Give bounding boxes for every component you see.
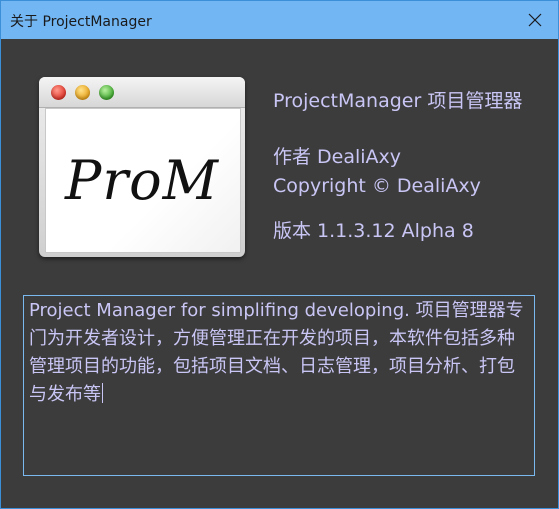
author-label: 作者 DealiAxy	[273, 146, 402, 168]
logo-window-bar	[39, 77, 245, 108]
description-text: Project Manager for simplifing developin…	[29, 300, 524, 405]
description-textarea[interactable]: Project Manager for simplifing developin…	[23, 295, 535, 476]
app-logo: ProM	[39, 77, 245, 257]
about-dialog: 关于 ProjectManager ProM ProjectManager 项目…	[0, 0, 559, 509]
green-dot-icon	[99, 85, 114, 100]
yellow-dot-icon	[75, 85, 90, 100]
product-name: ProjectManager 项目管理器	[273, 90, 523, 112]
red-dot-icon	[51, 85, 66, 100]
window-title: 关于 ProjectManager	[10, 14, 152, 30]
copyright-label: Copyright © DealiAxy	[273, 175, 481, 197]
version-label: 版本 1.1.3.12 Alpha 8	[273, 220, 474, 242]
logo-text: ProM	[65, 149, 219, 212]
text-caret	[102, 383, 103, 403]
close-button[interactable]	[512, 1, 558, 39]
title-bar[interactable]: 关于 ProjectManager	[1, 1, 558, 39]
close-icon	[528, 13, 542, 27]
